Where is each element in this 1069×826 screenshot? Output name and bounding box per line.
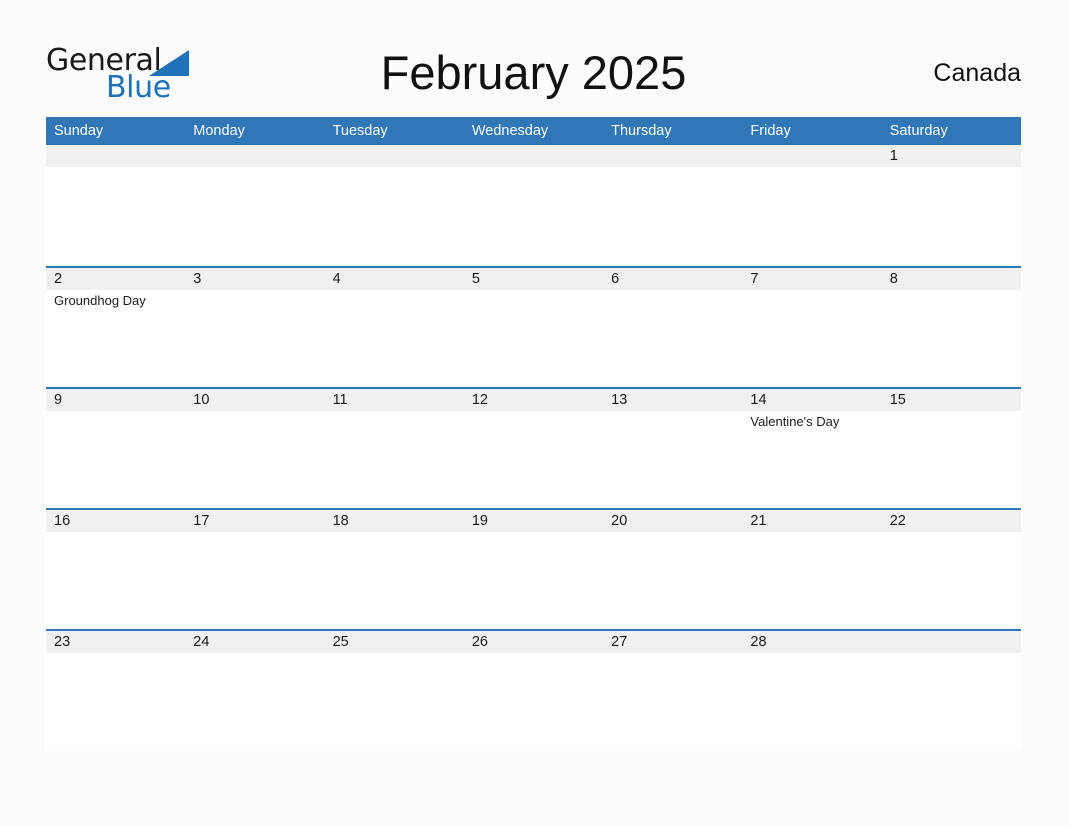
day-cell[interactable] [185,145,324,266]
week-row: 23 24 25 26 27 28 [46,629,1021,750]
day-number: 15 [889,392,906,408]
page-header: General Blue February 2025 Canada [46,40,1021,106]
day-cell[interactable] [464,145,603,266]
day-number: 18 [332,513,349,529]
day-number: 16 [54,513,71,529]
day-number: 5 [471,271,480,287]
day-cell[interactable] [325,145,464,266]
day-cell[interactable]: 27 [603,631,742,750]
day-number: 21 [750,513,767,529]
day-number: 11 [332,392,348,408]
day-number: 8 [889,271,898,287]
day-number: 22 [889,513,906,529]
day-cell[interactable]: 15 [882,389,1021,508]
day-cell[interactable] [882,631,1021,750]
weekday-header-tuesday: Tuesday [332,123,388,139]
day-cell[interactable]: 28 [742,631,881,750]
week-row: 16 17 18 19 20 21 22 [46,508,1021,629]
day-number: 20 [611,513,628,529]
calendar-page: General Blue February 2025 Canada Sunday… [0,0,1069,826]
day-event: Valentine's Day [750,414,840,429]
day-cell[interactable] [46,145,185,266]
day-cell[interactable]: 13 [603,389,742,508]
day-cell[interactable]: 12 [464,389,603,508]
day-number: 2 [54,271,63,287]
day-number: 23 [54,634,71,650]
day-cell[interactable]: 24 [185,631,324,750]
weekday-header-friday: Friday [750,123,791,139]
day-cell[interactable]: 11 [325,389,464,508]
day-cell[interactable] [742,145,881,266]
day-number: 7 [750,271,759,287]
calendar-grid: Sunday Monday Tuesday Wednesday Thursday… [46,117,1021,750]
day-number: 24 [193,634,210,650]
day-number: 3 [193,271,202,287]
day-number: 10 [193,392,210,408]
day-cell[interactable]: 2 Groundhog Day [46,268,185,387]
weekday-header-thursday: Thursday [611,123,672,139]
region-label: Canada [933,59,1021,87]
day-cell[interactable]: 16 [46,510,185,629]
day-cell[interactable]: 4 [325,268,464,387]
day-number: 26 [471,634,488,650]
day-number: 19 [471,513,488,529]
day-number: 1 [889,148,898,164]
day-event: Groundhog Day [54,293,146,308]
day-number: 17 [193,513,210,529]
day-number: 6 [611,271,620,287]
day-cell[interactable]: 10 [185,389,324,508]
day-cell[interactable]: 26 [464,631,603,750]
day-number: 13 [611,392,628,408]
weekday-header-monday: Monday [193,123,245,139]
weekday-header-sunday: Sunday [54,123,104,139]
week-row: 9 10 11 12 13 14 Valentine's Day 15 [46,387,1021,508]
day-number: 12 [471,392,488,408]
day-number: 4 [332,271,341,287]
weekday-header-wednesday: Wednesday [471,123,549,139]
day-cell[interactable]: 6 [603,268,742,387]
week-row: 1 [46,145,1021,266]
day-cell[interactable]: 8 [882,268,1021,387]
day-cell[interactable]: 23 [46,631,185,750]
day-number: 14 [750,392,767,408]
day-number: 9 [54,392,63,408]
day-cell[interactable]: 19 [464,510,603,629]
day-cell[interactable]: 20 [603,510,742,629]
page-title: February 2025 [380,46,687,99]
day-cell[interactable]: 17 [185,510,324,629]
day-number: 28 [750,634,767,650]
day-cell[interactable]: 22 [882,510,1021,629]
day-cell[interactable]: 25 [325,631,464,750]
week-row: 2 Groundhog Day 3 4 5 6 7 8 [46,266,1021,387]
day-number: 25 [332,634,349,650]
day-cell[interactable] [603,145,742,266]
day-cell[interactable]: 1 [882,145,1021,266]
day-cell[interactable]: 18 [325,510,464,629]
day-cell[interactable]: 9 [46,389,185,508]
weekday-header-saturday: Saturday [889,123,948,139]
day-cell[interactable]: 14 Valentine's Day [742,389,881,508]
day-cell[interactable]: 3 [185,268,324,387]
day-number: 27 [611,634,628,650]
day-cell[interactable]: 21 [742,510,881,629]
day-cell[interactable]: 7 [742,268,881,387]
day-cell[interactable]: 5 [464,268,603,387]
weekday-header-row: Sunday Monday Tuesday Wednesday Thursday… [46,117,1021,145]
